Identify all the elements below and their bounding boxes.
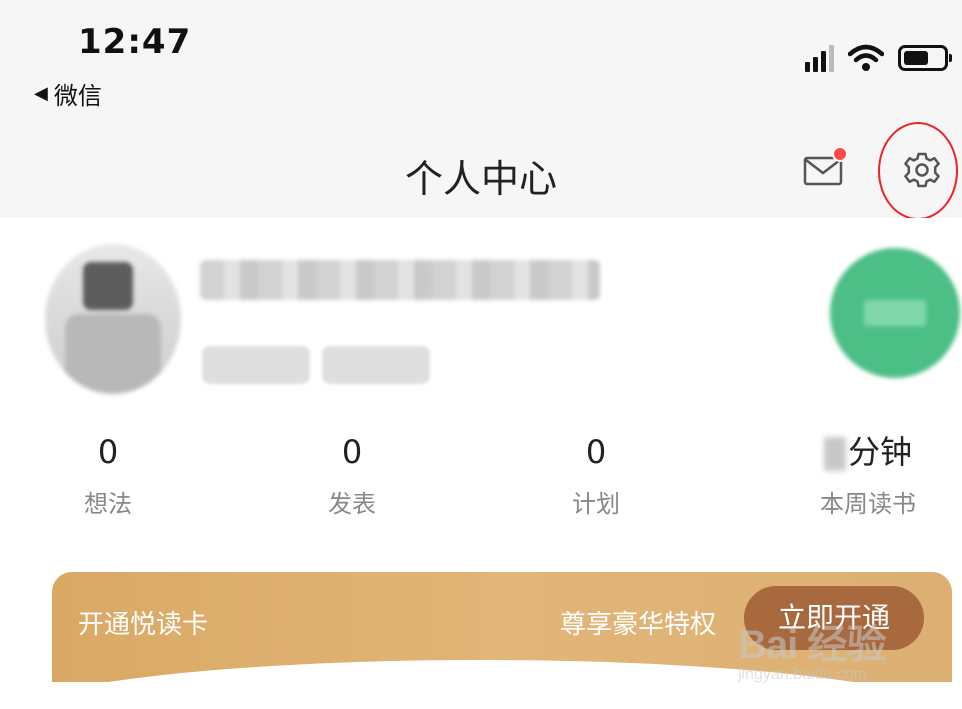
stat-plans[interactable]: 0 计划 (550, 430, 642, 519)
status-time: 12:47 (78, 22, 192, 62)
page-header: 个人中心 (0, 118, 962, 218)
blurred-number (823, 437, 846, 471)
vip-benefit-text: 尊享豪华特权 (560, 610, 717, 640)
watermark-brand: Bai 经验 (738, 623, 886, 667)
stat-label: 发表 (328, 490, 376, 518)
baidu-jingyan-watermark: Bai 经验 jingyan.baidu.com (738, 612, 938, 692)
back-app-label: 微信 (53, 82, 102, 110)
stat-weekly-reading[interactable]: 分钟 本周读书 (800, 430, 936, 519)
settings-highlight-annotation (878, 122, 958, 220)
status-bar: 12:47 ◀ 微信 (0, 0, 962, 118)
stat-posts[interactable]: 0 发表 (306, 430, 398, 519)
stat-label: 计划 (572, 490, 620, 518)
mail-icon[interactable] (802, 146, 848, 192)
level-tag (322, 346, 430, 384)
avatar[interactable] (45, 244, 181, 394)
stat-label: 本周读书 (820, 490, 916, 518)
cellular-signal-icon (805, 44, 834, 72)
stat-value: 分钟 (847, 433, 912, 471)
stat-value: 0 (341, 433, 363, 471)
battery-icon (898, 45, 952, 71)
stat-value-wrap: 分钟 (800, 430, 936, 474)
vip-title: 开通悦读卡 (78, 610, 209, 640)
stat-value: 0 (97, 433, 119, 471)
wifi-icon (848, 44, 884, 71)
status-icons (805, 44, 952, 72)
stat-value: 0 (585, 433, 607, 471)
reading-level-badge[interactable] (830, 248, 960, 378)
member-tag (202, 346, 310, 384)
stat-label: 想法 (84, 490, 132, 518)
username-blurred (200, 260, 600, 300)
profile-section (0, 218, 962, 398)
notification-dot (832, 146, 848, 162)
watermark-url: jingyan.baidu.com (738, 666, 867, 683)
stats-row: 0 想法 0 发表 0 计划 分钟 本周读书 (0, 430, 962, 530)
back-arrow-icon: ◀ (34, 83, 48, 104)
stat-ideas[interactable]: 0 想法 (62, 430, 154, 519)
back-to-app-button[interactable]: ◀ 微信 (34, 76, 102, 111)
